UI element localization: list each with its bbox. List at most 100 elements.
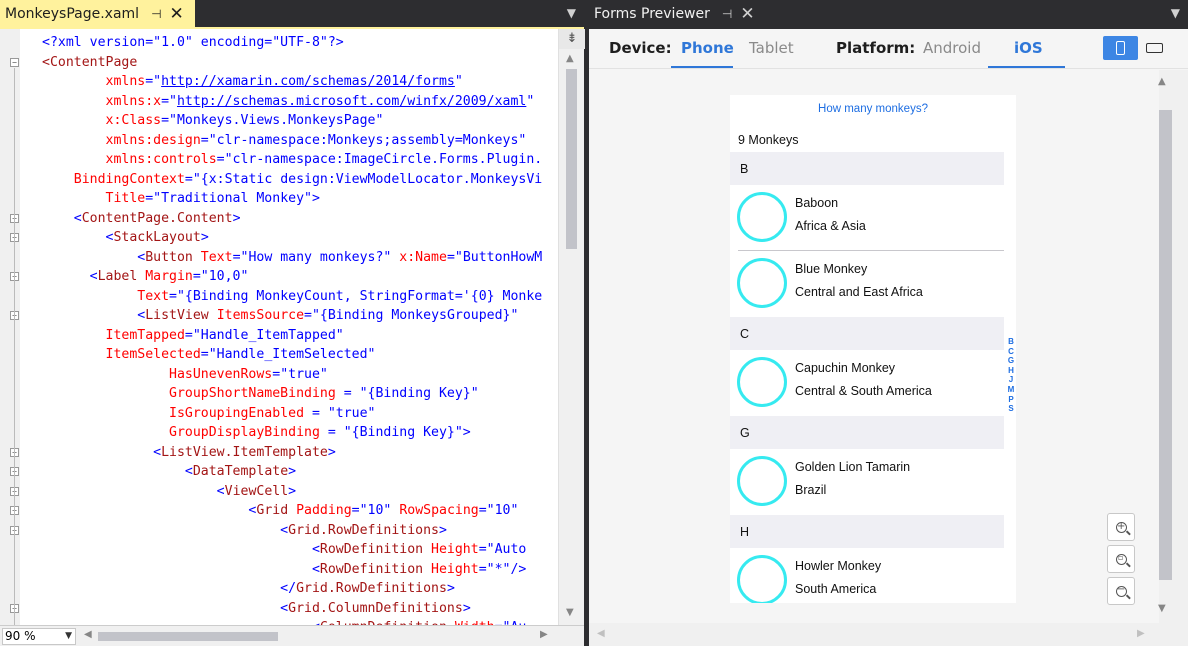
code-token: xmlns:controls (42, 152, 217, 167)
code-line: Text="{Binding MonkeyCount, StringFormat… (42, 287, 542, 307)
portrait-orientation-button[interactable] (1103, 36, 1138, 60)
code-token: ="true" (272, 366, 328, 382)
section-index-letter[interactable]: P (1006, 395, 1016, 405)
code-token: > (288, 483, 297, 499)
section-index[interactable]: BCGHJMPS (1006, 337, 1016, 414)
editor-tab-title: MonkeysPage.xaml (5, 5, 140, 22)
code-line: IsGroupingEnabled = "true" (42, 404, 375, 424)
code-token: > (462, 600, 471, 616)
device-label: Device: (609, 39, 672, 57)
tab-dropdown-icon[interactable]: ▼ (567, 6, 576, 20)
scroll-up-icon[interactable]: ▲ (1158, 76, 1166, 87)
outline-margin: −−−−−−−−−−− (10, 29, 42, 633)
code-token: StackLayout (113, 230, 201, 245)
section-index-letter[interactable]: C (1006, 347, 1016, 357)
pin-icon[interactable]: ⊣ (151, 7, 161, 21)
zoom-out-button[interactable]: − (1107, 577, 1135, 605)
code-token: HasUnevenRows (42, 366, 273, 382)
phone-portrait-icon (1116, 41, 1125, 55)
group-header-key: C (740, 327, 750, 341)
previewer-horizontal-scrollbar[interactable]: ◀ ▶ (589, 623, 1188, 646)
zoom-in-button[interactable]: + (1107, 513, 1135, 541)
preview-canvas: How many monkeys? 9 Monkeys B Baboon Afric… (589, 70, 1159, 623)
tab-dropdown-icon[interactable]: ▼ (1171, 6, 1180, 20)
code-line: <Grid.ColumnDefinitions> (42, 599, 471, 619)
code-token: ListView (145, 308, 209, 323)
scroll-down-icon[interactable]: ▼ (566, 607, 574, 618)
how-many-monkeys-button[interactable]: How many monkeys? (730, 103, 1016, 115)
code-link[interactable]: http://schemas.microsoft.com/winfx/2009/… (177, 94, 526, 109)
previewer-vertical-scrollbar[interactable]: ▲ ▼ (1158, 70, 1188, 623)
collapse-toggle-icon[interactable]: − (10, 57, 19, 67)
code-link[interactable]: http://xamarin.com/schemas/2014/forms (161, 74, 455, 89)
code-token: Height (423, 542, 479, 557)
code-token: Grid (256, 503, 289, 518)
monkey-list-item[interactable]: Golden Lion Tamarin Brazil (730, 449, 1004, 515)
section-index-letter[interactable]: B (1006, 337, 1016, 347)
group-header-key: B (740, 162, 749, 176)
code-line: <ContentPage (42, 53, 137, 73)
code-token: RowDefinition (319, 561, 424, 577)
code-token: ="Handle_ItemSelected" (200, 347, 376, 362)
code-token: ItemsSource (208, 308, 305, 323)
code-token: < (42, 249, 146, 265)
code-token: ListView.ItemTemplate (161, 444, 328, 460)
code-token: </ (42, 581, 297, 596)
platform-option-ios[interactable]: iOS (1014, 39, 1043, 57)
code-token: < (42, 444, 162, 460)
editor-vertical-scrollbar[interactable]: ⇟ ▲ ▼ (558, 29, 585, 625)
monkey-name: Howler Monkey (795, 559, 882, 573)
monkey-list-item[interactable]: Howler Monkey South America (730, 548, 1004, 603)
code-token: ContentPage.Content (81, 210, 233, 226)
pin-icon[interactable]: ⊣ (722, 7, 732, 21)
code-token: RowDefinition (319, 542, 424, 557)
code-area[interactable]: <?xml version="1.0" encoding="UTF-8"?> <C… (42, 29, 558, 625)
landscape-orientation-button[interactable] (1144, 36, 1168, 60)
platform-option-android[interactable]: Android (923, 39, 981, 57)
monkey-avatar (737, 192, 787, 242)
section-index-letter[interactable]: S (1006, 404, 1016, 414)
zoom-to-fit-button[interactable]: ▫ (1107, 545, 1135, 573)
group-header-key: H (740, 525, 750, 539)
editor-tab[interactable]: MonkeysPage.xaml ⊣ ✕ (0, 0, 195, 27)
zoom-level-select[interactable]: 90 % ▼ (2, 628, 76, 645)
section-index-letter[interactable]: M (1006, 385, 1016, 395)
scroll-left-icon[interactable]: ◀ (84, 629, 92, 640)
close-icon[interactable]: ✕ (170, 4, 184, 24)
scroll-left-icon[interactable]: ◀ (597, 628, 605, 639)
code-token: <?xml version="1.0" encoding="UTF-8"?> (42, 35, 344, 50)
monkey-list-item[interactable]: Blue Monkey Central and East Africa (730, 251, 1004, 317)
code-token: < (42, 308, 146, 323)
code-line: <Grid.RowDefinitions> (42, 521, 447, 541)
scroll-down-icon[interactable]: ▼ (1158, 603, 1166, 614)
scrollbar-thumb[interactable] (566, 69, 577, 249)
scroll-right-icon[interactable]: ▶ (540, 629, 548, 640)
code-line: xmlns:x="http://schemas.microsoft.com/wi… (42, 92, 535, 112)
code-token: ="clr-namespace:ImageCircle.Forms.Plugin… (216, 152, 543, 167)
close-icon[interactable]: ✕ (740, 4, 754, 24)
code-line: <?xml version="1.0" encoding="UTF-8"?> (42, 33, 344, 53)
code-token: < (42, 522, 289, 538)
code-token: > (200, 230, 209, 245)
split-view-icon[interactable]: ⇟ (559, 29, 585, 49)
code-line: <ListView ItemsSource="{Binding MonkeysG… (42, 306, 518, 326)
monkey-location: Africa & Asia (795, 219, 866, 233)
monkey-name: Golden Lion Tamarin (795, 460, 911, 474)
code-token: ="Monkeys.Views.MonkeysPage" (161, 113, 384, 128)
section-index-letter[interactable]: G (1006, 356, 1016, 366)
code-token: xmlns:design (42, 132, 201, 148)
code-token: x:Name (391, 249, 447, 265)
monkey-list-item[interactable]: Capuchin Monkey Central & South America (730, 350, 1004, 416)
previewer-tab[interactable]: Forms Previewer ⊣ ✕ (594, 0, 755, 27)
code-token: Text (192, 249, 233, 265)
code-line: x:Class="Monkeys.Views.MonkeysPage" (42, 111, 384, 131)
monkey-list-item[interactable]: Baboon Africa & Asia (730, 185, 1004, 251)
section-index-letter[interactable]: H (1006, 366, 1016, 376)
scrollbar-thumb[interactable] (1159, 110, 1172, 580)
scroll-right-icon[interactable]: ▶ (1137, 628, 1145, 639)
device-option-tablet[interactable]: Tablet (749, 39, 794, 57)
horizontal-scrollbar-thumb[interactable] (98, 632, 278, 641)
scroll-up-icon[interactable]: ▲ (566, 53, 574, 64)
device-option-phone[interactable]: Phone (681, 39, 734, 57)
section-index-letter[interactable]: J (1006, 375, 1016, 385)
